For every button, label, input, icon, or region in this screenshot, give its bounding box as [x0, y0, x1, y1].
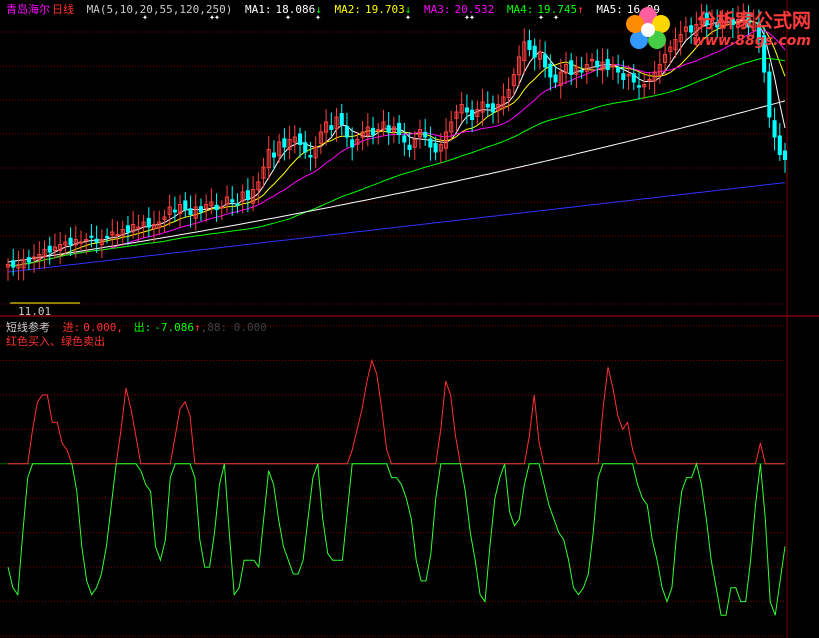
watermark-url: www.88gs.com — [692, 33, 811, 49]
candle-body — [464, 107, 469, 113]
price-header: 青岛海尔 日线 MA(5,10,20,55,120,250) MA1: 18.086… — [6, 1, 660, 17]
candle-body — [490, 103, 496, 113]
watermark-title: 分析家公式网 — [696, 10, 811, 32]
candle-body — [386, 125, 391, 133]
candle-body — [245, 190, 250, 201]
watermark: 分析家公式网 www.88gs.com — [692, 6, 811, 49]
candle-body — [616, 67, 621, 73]
stock-chart-window: ✦ ✦ ✦ ✦ ✦ ✦ ✦ ✦ ✦ ✦ 青岛海尔 日线 MA(5,10,20,55,120,250)… — [0, 0, 819, 638]
candle-body — [125, 225, 130, 233]
candle-body — [767, 71, 772, 118]
candle-body — [470, 109, 475, 121]
ma4-value: 19.745 — [537, 3, 578, 16]
candle-body — [329, 125, 334, 131]
candle-body — [235, 203, 240, 206]
ma3-label: MA3: — [423, 3, 451, 16]
candle-body — [428, 138, 433, 148]
candle-body — [339, 113, 344, 126]
sell-line — [7, 462, 786, 616]
ma5-label: MA5: — [596, 3, 623, 16]
candle-body — [344, 125, 350, 138]
candle-body — [397, 122, 402, 136]
indicator-out-value: -7.086 — [154, 321, 194, 334]
ma-line-120 — [7, 100, 786, 263]
candle-body — [68, 237, 73, 246]
ma-line-10 — [7, 20, 786, 267]
candle-body — [527, 40, 532, 51]
candle-body — [631, 73, 636, 83]
candle-body — [595, 60, 600, 68]
candle-body — [350, 139, 355, 148]
candle-body — [433, 143, 438, 153]
candle-body — [219, 206, 224, 209]
candle-body — [407, 144, 412, 151]
candle-body — [94, 238, 99, 243]
ma1-label: MA1: — [244, 3, 272, 16]
candle-body — [214, 204, 219, 211]
candle-body — [146, 217, 151, 228]
ma2-value: 19.703 — [364, 3, 405, 16]
ma3-value: 20.532 — [454, 3, 495, 16]
candle-body — [282, 138, 287, 148]
candle-body — [772, 120, 777, 138]
candle-body — [605, 59, 610, 70]
candle-body — [47, 245, 52, 253]
ma1-arrow: ↓ — [315, 3, 322, 16]
ma1-value: 18.086 — [275, 3, 316, 16]
candle-body — [271, 152, 277, 158]
ma2-label: MA2: — [334, 3, 361, 16]
oscillator-lines — [7, 358, 786, 616]
indicator-legend: 红色买入、绿色卖出 — [6, 335, 105, 348]
candle-body — [621, 73, 626, 81]
candle-body — [115, 234, 120, 236]
ma2-arrow: ↓ — [404, 3, 412, 16]
indicator-extra: ,88: 0.000 — [200, 321, 267, 334]
candle-body — [26, 257, 31, 263]
candle-body — [636, 85, 642, 88]
candle-body — [543, 54, 548, 68]
candle-body — [308, 155, 313, 158]
indicator-out-arrow: ↑ — [194, 321, 201, 334]
candle-body — [579, 70, 584, 73]
candle-body — [198, 206, 204, 213]
candle-body — [297, 133, 303, 145]
candle-body — [782, 150, 788, 161]
candle-body — [11, 260, 16, 268]
ma-line-5 — [7, 18, 786, 267]
period-label[interactable]: 日线 — [52, 3, 74, 16]
candle-body — [188, 208, 193, 215]
buy-line — [8, 358, 785, 465]
candle-body — [402, 135, 407, 143]
candle-body — [183, 200, 188, 211]
candle-body — [532, 45, 537, 58]
stock-name: 青岛海尔 — [6, 3, 50, 16]
ma4-label: MA4: — [506, 3, 534, 16]
ma-line-250 — [7, 182, 786, 273]
candle-body — [105, 236, 110, 239]
candle-body — [370, 127, 376, 135]
candle-body — [89, 235, 94, 238]
flower-logo-icon — [626, 7, 670, 49]
candle-body — [172, 209, 177, 213]
candle-body — [230, 199, 235, 203]
ma4-arrow: ↑ — [577, 3, 584, 16]
date-label: 11.01 — [18, 305, 52, 318]
candle-body — [303, 142, 308, 153]
candle-body — [569, 60, 574, 75]
candle-body — [485, 103, 490, 108]
candle-body — [423, 131, 428, 138]
ma-spec: MA(5,10,20,55,120,250) — [86, 3, 233, 16]
indicator-out-label: 出: — [133, 321, 152, 334]
candle-body — [553, 74, 558, 83]
candle-body — [548, 63, 553, 78]
candle-body — [777, 135, 782, 155]
